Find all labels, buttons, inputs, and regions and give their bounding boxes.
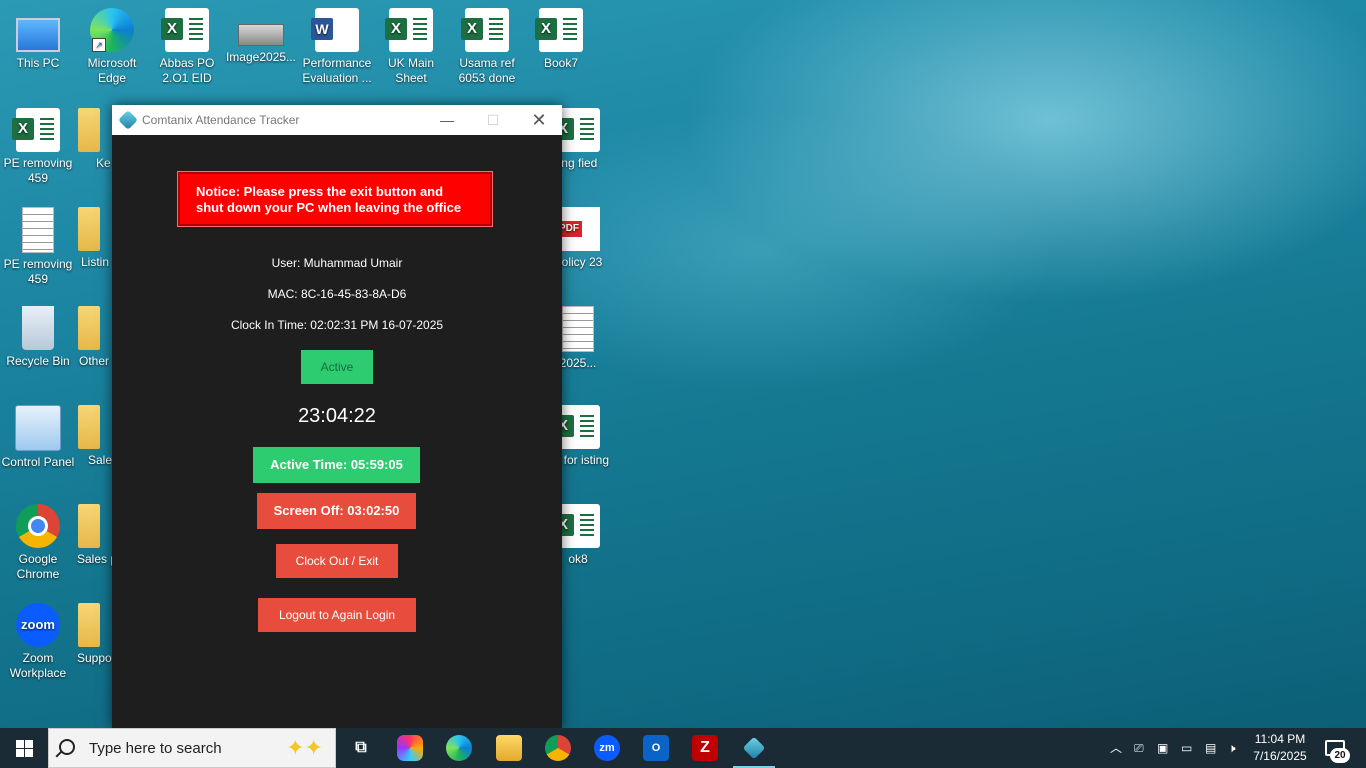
show-hidden-icons-button[interactable]: ︿ [1110,728,1122,768]
excel-file-icon [161,8,209,52]
control-panel-icon [15,405,61,451]
edge-icon: ↗ [90,8,134,52]
chrome-icon [16,504,60,548]
window-titlebar[interactable]: Comtanix Attendance Tracker — ☐ ✕ [112,105,562,135]
excel-file-icon [12,108,60,152]
computer-icon [16,18,60,52]
volume-muted-icon[interactable]: 🕨 [1228,728,1236,768]
active-time-display: Active Time: 05:59:05 [253,447,420,483]
screen-off-display: Screen Off: 03:02:50 [257,493,416,529]
app-logo-icon [118,110,138,130]
battery-icon[interactable]: ▭ [1181,728,1192,768]
desktop-icon-label: Control Panel [1,455,75,469]
clock-out-button[interactable]: Clock Out / Exit [276,544,398,578]
folder-icon [78,306,100,350]
desktop-icon-label: Book7 [543,56,579,70]
maximize-button[interactable]: ☐ [470,105,516,135]
taskbar: Type here to search ✦✦ ⧉ zm O Z ︿ ⎚ ▣ ▭ … [0,728,1366,768]
folder-icon [78,108,100,152]
desktop-icon-zoom-workplace[interactable]: zoom Zoom Workplace [0,603,76,681]
excel-file-icon [552,108,600,152]
desktop-icon-label: Microsoft Edge [87,56,137,85]
taskbar-clock[interactable]: 11:04 PM 7/16/2025 [1248,731,1312,765]
image-file-icon [562,306,594,352]
taskbar-time: 11:04 PM [1254,732,1306,746]
clock-in-label: Clock In Time: 02:02:31 PM 16-07-2025 [230,318,444,332]
logout-button[interactable]: Logout to Again Login [258,598,416,632]
file-explorer-icon[interactable] [496,735,522,761]
recycle-bin-icon [22,306,54,350]
shortcut-arrow-icon: ↗ [92,38,106,52]
desktop-icon-label: PE removing 459 [3,257,73,286]
sparkle-icon: ✦✦ [286,735,323,760]
zoom-icon[interactable]: zm [594,735,620,761]
desktop-icon-label: Google Chrome [16,552,60,581]
taskbar-date: 7/16/2025 [1253,749,1307,763]
excel-file-icon [535,8,583,52]
desktop-icon-usama-ref[interactable]: Usama ref 6053 done [449,8,525,86]
zoom-icon: zoom [16,603,60,647]
current-time: 23:04:22 [298,405,376,427]
desktop-icon-this-pc[interactable]: This PC [0,10,76,71]
desktop-icon-label: Abbas PO 2.O1 EID [159,56,215,85]
desktop-icon-google-chrome[interactable]: Google Chrome [0,504,76,582]
chrome-icon[interactable] [545,735,571,761]
user-label: User: Muhammad Umair [271,256,403,270]
task-view-icon[interactable]: ⧉ [348,735,374,761]
window-title: Comtanix Attendance Tracker [142,113,300,127]
folder-icon [78,207,100,251]
close-button[interactable]: ✕ [516,105,562,135]
notification-count-badge: 20 [1330,748,1350,763]
start-button[interactable] [0,728,48,768]
desktop-icon-label: UK Main Sheet [387,56,434,85]
word-file-icon [311,8,359,52]
desktop-icon-uk-main-sheet[interactable]: UK Main Sheet [373,8,449,86]
desktop-icon-label: PE removing 459 [3,156,73,185]
excel-file-icon [552,405,600,449]
desktop-icon-label: Image2025... [225,50,297,64]
desktop-icon-label: This PC [16,56,60,70]
taskbar-search-box[interactable]: Type here to search ✦✦ [48,728,336,768]
desktop-icon-abbas-po[interactable]: Abbas PO 2.O1 EID [149,8,225,86]
edge-icon[interactable] [446,735,472,761]
desktop-icon-pe-removing-txt[interactable]: PE removing 459 [0,207,76,287]
copilot-icon[interactable] [397,735,423,761]
image-file-icon [238,24,284,46]
desktop-icon-label: Recycle Bin [6,354,70,368]
attendance-tracker-taskbar-icon[interactable] [733,735,775,768]
desktop-icon-image2025[interactable]: Image2025... [223,8,299,65]
status-badge: Active [301,350,373,384]
desktop-icon-label: Usama ref 6053 done [458,56,516,85]
desktop-icon-edge[interactable]: ↗ Microsoft Edge [74,8,150,86]
notice-banner: Notice: Please press the exit button and… [177,171,493,227]
text-file-icon [22,207,54,253]
desktop-icon-book7[interactable]: Book7 [523,8,599,71]
excel-file-icon [461,8,509,52]
search-placeholder: Type here to search [89,740,222,757]
outlook-icon[interactable]: O [643,735,669,761]
desktop-icon-recycle-bin[interactable]: Recycle Bin [0,306,76,369]
desktop-icon-label: Zoom Workplace [9,651,67,680]
excel-file-icon [385,8,433,52]
mac-label: MAC: 8C-16-45-83-8A-D6 [267,287,407,301]
minimize-button[interactable]: — [424,105,470,135]
attendance-tracker-window: Comtanix Attendance Tracker — ☐ ✕ Notice… [112,105,562,728]
search-icon [59,739,75,755]
network-icon[interactable]: ▤ [1205,728,1216,768]
pdf-file-icon [556,207,600,251]
meet-now-icon[interactable]: ⎚ [1134,728,1144,768]
folder-icon [78,405,100,449]
desktop-icon-pe-removing-xlsx[interactable]: PE removing 459 [0,108,76,186]
display-icon[interactable]: ▣ [1157,728,1168,768]
filezilla-icon[interactable]: Z [692,735,718,761]
desktop-icon-control-panel[interactable]: Control Panel [0,405,76,470]
excel-file-icon [552,504,600,548]
desktop-icon-label: Performance Evaluation ... [302,56,372,85]
folder-icon [78,603,100,647]
desktop-icon-performance-evaluation[interactable]: Performance Evaluation ... [299,8,375,86]
folder-icon [78,504,100,548]
